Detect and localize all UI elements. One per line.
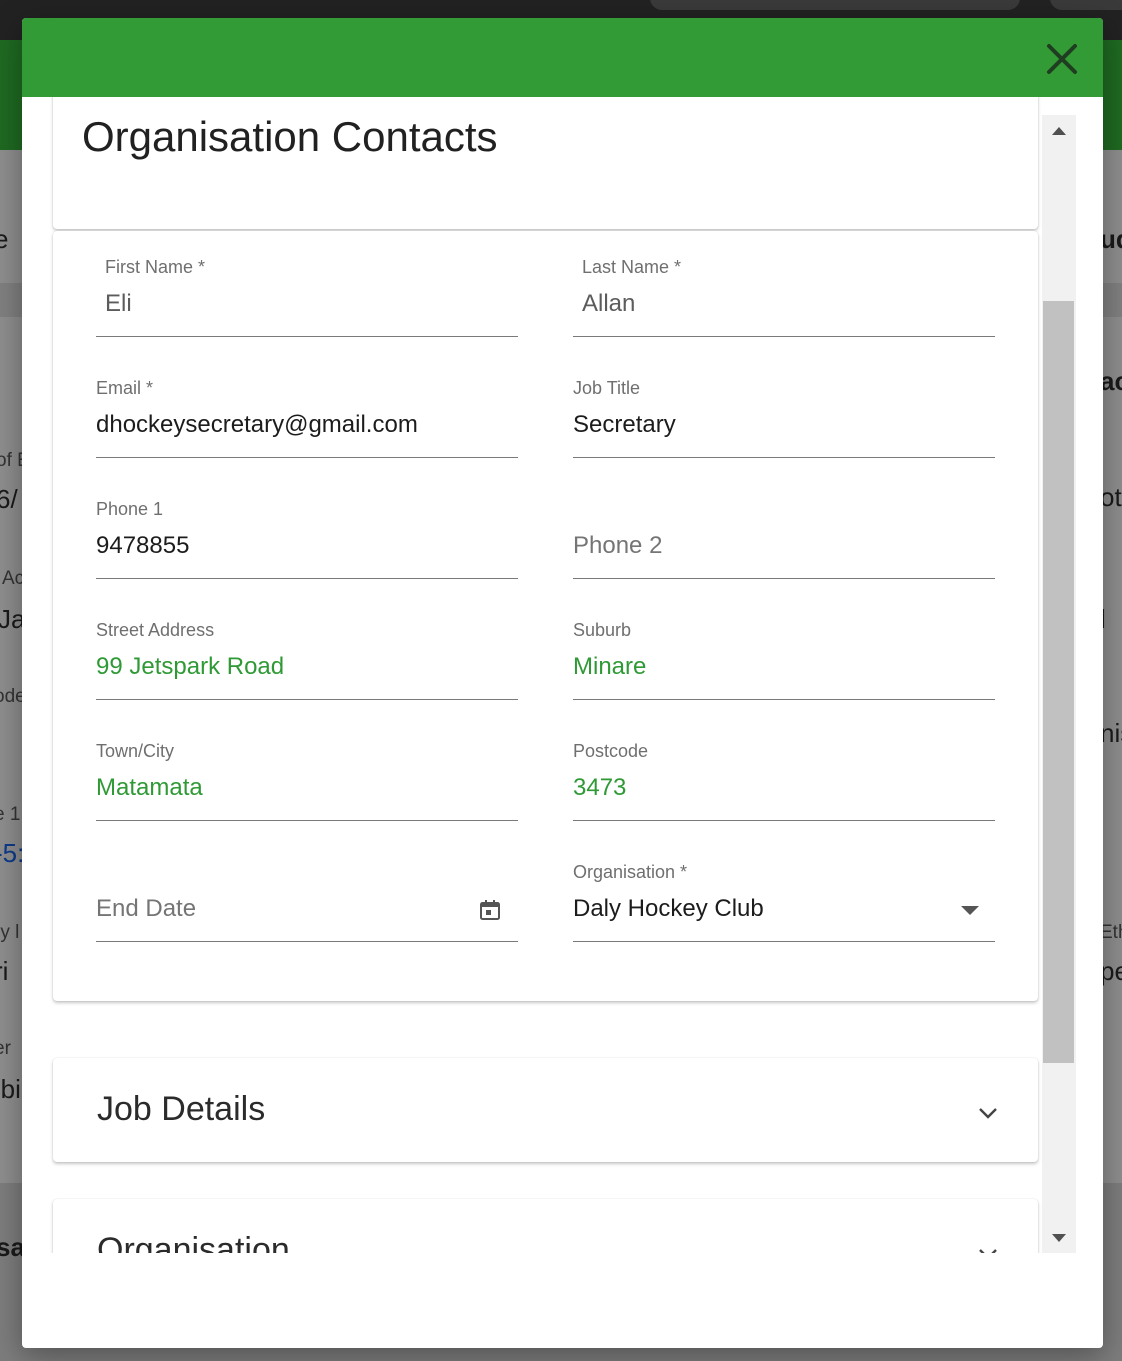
input-underline (573, 577, 995, 579)
input-underline (96, 819, 518, 821)
dropdown-arrow-icon[interactable] (961, 906, 979, 915)
input-underline (573, 698, 995, 700)
background-text: Ac (2, 568, 25, 589)
phone1-field[interactable]: Phone 1 9478855 (96, 499, 518, 579)
suburb-value[interactable]: Minare (573, 653, 646, 681)
organisation-title: Organisation (97, 1231, 290, 1253)
scrollbar-thumb[interactable] (1043, 301, 1074, 1063)
last-name-label: Last Name * (582, 257, 682, 277)
dialog-content[interactable]: Organisation Contacts First Name * Eli L… (22, 97, 1103, 1253)
calendar-icon[interactable] (478, 898, 502, 922)
background-text: ud (1100, 224, 1122, 254)
phone2-placeholder[interactable]: Phone 2 (573, 532, 662, 560)
scrollbar[interactable] (1042, 115, 1076, 1253)
background-text: nis (1100, 718, 1122, 748)
input-underline (96, 335, 518, 337)
input-underline (573, 456, 995, 458)
background-text: ac (1100, 366, 1122, 396)
email-value[interactable]: dhockeysecretary@gmail.com (96, 411, 418, 439)
dialog-header (22, 18, 1103, 97)
last-name-value[interactable]: Allan (582, 290, 635, 318)
job-details-title: Job Details (97, 1090, 266, 1128)
postcode-label: Postcode (573, 741, 649, 761)
background-text: ) (0, 720, 1, 751)
background-text: -bi (0, 1074, 21, 1104)
chevron-down-icon[interactable] (978, 1106, 998, 1120)
suburb-field[interactable]: Suburb Minare (573, 620, 995, 700)
suburb-label: Suburb (573, 620, 632, 640)
phone1-label: Phone 1 (96, 499, 164, 519)
background-text: -5: (0, 838, 25, 868)
phone2-field[interactable]: Phone 2 (573, 499, 995, 579)
first-name-field[interactable]: First Name * Eli (96, 257, 518, 337)
town-city-label: Town/City (96, 741, 175, 761)
organisation-label: Organisation * (573, 862, 688, 882)
email-label: Email * (96, 378, 154, 398)
first-name-value[interactable]: Eli (105, 290, 132, 318)
town-city-value[interactable]: Matamata (96, 774, 203, 802)
scroll-up-button[interactable] (1042, 115, 1076, 147)
close-button[interactable] (1043, 40, 1081, 78)
input-underline (96, 940, 518, 942)
organisation-section[interactable]: Organisation (53, 1199, 1038, 1253)
background-text: e 1 (0, 804, 21, 825)
end-date-placeholder[interactable]: End Date (96, 895, 196, 923)
background-text: Eth (1100, 922, 1122, 943)
input-underline (96, 577, 518, 579)
input-underline (96, 456, 518, 458)
first-name-label: First Name * (105, 257, 206, 277)
job-title-label: Job Title (573, 378, 641, 398)
organisation-value[interactable]: Daly Hockey Club (573, 895, 764, 923)
background-text: pe (1100, 956, 1122, 986)
input-underline (573, 819, 995, 821)
end-date-field[interactable]: End Date (96, 862, 518, 942)
job-title-field[interactable]: Job Title Secretary (573, 378, 995, 458)
postcode-field[interactable]: Postcode 3473 (573, 741, 995, 821)
organisation-select[interactable]: Organisation * Daly Hockey Club (573, 862, 995, 942)
street-address-field[interactable]: Street Address 99 Jetspark Road (96, 620, 518, 700)
background-text: 6/ (0, 484, 18, 514)
title-card: Organisation Contacts (53, 97, 1038, 229)
job-title-value[interactable]: Secretary (573, 411, 676, 439)
page-title: Organisation Contacts (82, 113, 498, 160)
contact-dialog: Organisation Contacts First Name * Eli L… (22, 18, 1103, 1348)
input-underline (573, 940, 995, 942)
chevron-down-icon[interactable] (978, 1247, 998, 1253)
background-text: ot (1100, 482, 1122, 512)
phone1-value[interactable]: 9478855 (96, 532, 189, 560)
town-city-field[interactable]: Town/City Matamata (96, 741, 518, 821)
background-text: ri (0, 956, 9, 986)
scroll-down-button[interactable] (1042, 1221, 1076, 1253)
background-tab (650, 0, 1020, 10)
background-text: er (0, 1038, 11, 1059)
street-address-value[interactable]: 99 Jetspark Road (96, 653, 284, 681)
street-address-label: Street Address (96, 620, 215, 640)
email-field[interactable]: Email * dhockeysecretary@gmail.com (96, 378, 518, 458)
background-text: ry l (0, 922, 20, 943)
input-underline (96, 698, 518, 700)
background-tab (1050, 0, 1122, 10)
close-icon (1047, 44, 1077, 74)
input-underline (573, 335, 995, 337)
contact-form-card: First Name * Eli Last Name * Allan Email… (53, 231, 1038, 1001)
job-details-section[interactable]: Job Details (53, 1058, 1038, 1162)
background-text: e (0, 224, 9, 254)
last-name-field[interactable]: Last Name * Allan (573, 257, 995, 337)
postcode-value[interactable]: 3473 (573, 774, 626, 802)
